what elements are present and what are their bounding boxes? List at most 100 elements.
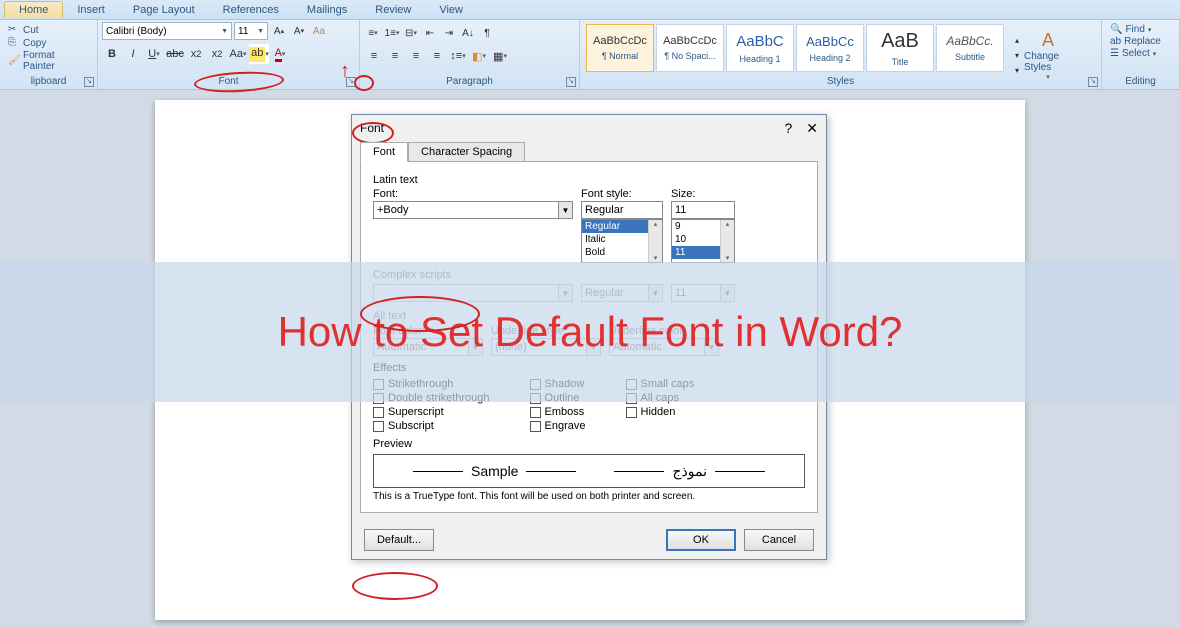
font-style-listbox[interactable]: Regular Italic Bold ▴▾: [581, 219, 663, 263]
group-paragraph: ≡▾ 1≡▾ ⊟▾ ⇤ ⇥ A↓ ¶ ≡ ≡ ≡ ≡ ↕≡▾ ◧▾ ▦▾ Par…: [360, 20, 580, 89]
dialog-close-button[interactable]: ✕: [806, 120, 818, 137]
group-editing: 🔍Find▾ abReplace ☰Select▾ Editing: [1102, 20, 1180, 89]
group-styles: AaBbCcDc¶ NormalAaBbCcDc¶ No Spaci...AaB…: [580, 20, 1102, 89]
increase-indent-button[interactable]: ⇥: [440, 24, 458, 42]
strikethrough-button[interactable]: abc: [165, 44, 185, 64]
decrease-indent-button[interactable]: ⇤: [421, 24, 439, 42]
highlight-button[interactable]: ab▾: [249, 44, 269, 64]
font-name-combo[interactable]: Calibri (Body)▼: [102, 22, 232, 40]
preview-sample-complex: نموذج: [672, 463, 707, 480]
tab-home[interactable]: Home: [4, 1, 63, 18]
replace-icon: ab: [1110, 36, 1121, 47]
paintbrush-icon: 🖌: [8, 55, 20, 67]
style-item[interactable]: AaBbCHeading 1: [726, 24, 794, 72]
effect-checkbox[interactable]: Emboss: [530, 406, 586, 418]
dialog-tab-font[interactable]: Font: [360, 142, 408, 162]
ribbon: ✂Cut ⎘Copy 🖌Format Painter lipboard ↘ Ca…: [0, 20, 1180, 90]
align-center-button[interactable]: ≡: [385, 46, 405, 66]
preview-box: Sample نموذج: [373, 454, 805, 488]
group-label-editing: Editing: [1102, 75, 1179, 88]
select-button[interactable]: ☰Select▾: [1106, 48, 1165, 59]
line-spacing-button[interactable]: ↕≡▾: [448, 46, 468, 66]
effect-checkbox[interactable]: Superscript: [373, 406, 490, 418]
subscript-button[interactable]: x2: [186, 44, 206, 64]
italic-button[interactable]: I: [123, 44, 143, 64]
font-size-input[interactable]: 11: [671, 201, 735, 219]
align-right-button[interactable]: ≡: [406, 46, 426, 66]
ok-button[interactable]: OK: [666, 529, 736, 551]
effect-checkbox[interactable]: Subscript: [373, 420, 490, 432]
style-item[interactable]: AaBTitle: [866, 24, 934, 72]
font-launcher[interactable]: ↘: [346, 77, 356, 87]
copy-icon: ⎘: [8, 37, 20, 49]
clear-formatting-button[interactable]: Aa: [310, 22, 328, 40]
font-style-label: Font style:: [581, 188, 663, 200]
overlay-band: How to Set Default Font in Word?: [0, 262, 1180, 402]
format-painter-button[interactable]: 🖌Format Painter: [4, 50, 93, 72]
copy-button[interactable]: ⎘Copy: [4, 37, 93, 49]
tab-references[interactable]: References: [209, 2, 293, 18]
sort-button[interactable]: A↓: [459, 24, 477, 42]
select-icon: ☰: [1110, 48, 1119, 59]
justify-button[interactable]: ≡: [427, 46, 447, 66]
tab-review[interactable]: Review: [361, 2, 425, 18]
dialog-tab-character-spacing[interactable]: Character Spacing: [408, 142, 525, 162]
preview-note: This is a TrueType font. This font will …: [373, 491, 805, 502]
default-button[interactable]: Default...: [364, 529, 434, 551]
font-field-label: Font:: [373, 188, 573, 200]
numbering-button[interactable]: 1≡▾: [383, 24, 401, 42]
font-color-button[interactable]: A▾: [270, 44, 290, 64]
bold-button[interactable]: B: [102, 44, 122, 64]
grow-font-button[interactable]: A▴: [270, 22, 288, 40]
replace-button[interactable]: abReplace: [1106, 36, 1165, 47]
tab-view[interactable]: View: [425, 2, 477, 18]
borders-button[interactable]: ▦▾: [490, 46, 510, 66]
find-button[interactable]: 🔍Find▾: [1106, 24, 1165, 35]
dialog-help-button[interactable]: ?: [784, 120, 792, 137]
font-size-listbox[interactable]: 9 10 11 ▴▾: [671, 219, 735, 263]
change-case-button[interactable]: Aa▾: [228, 44, 248, 64]
font-field-combo[interactable]: +Body▼: [373, 201, 573, 219]
cut-button[interactable]: ✂Cut: [4, 24, 93, 36]
ribbon-tabs: Home Insert Page Layout References Maili…: [0, 0, 1180, 20]
font-size-combo[interactable]: 11▼: [234, 22, 268, 40]
align-left-button[interactable]: ≡: [364, 46, 384, 66]
preview-label: Preview: [373, 438, 805, 450]
group-label-styles: Styles: [580, 75, 1101, 88]
change-styles-icon: A: [1042, 30, 1054, 51]
dialog-titlebar: Font ? ✕: [352, 115, 826, 141]
styles-launcher[interactable]: ↘: [1088, 77, 1098, 87]
group-font: Calibri (Body)▼ 11▼ A▴ A▾ Aa B I U▾ abc …: [98, 20, 360, 89]
style-item[interactable]: AaBbCcDc¶ Normal: [586, 24, 654, 72]
font-size-label: Size:: [671, 188, 735, 200]
find-icon: 🔍: [1110, 24, 1122, 35]
clipboard-launcher[interactable]: ↘: [84, 77, 94, 87]
group-label-paragraph: Paragraph: [360, 75, 579, 88]
overlay-headline: How to Set Default Font in Word?: [278, 308, 903, 356]
shrink-font-button[interactable]: A▾: [290, 22, 308, 40]
preview-sample-latin: Sample: [471, 463, 518, 479]
tab-page-layout[interactable]: Page Layout: [119, 2, 209, 18]
tab-mailings[interactable]: Mailings: [293, 2, 361, 18]
style-item[interactable]: AaBbCcHeading 2: [796, 24, 864, 72]
superscript-button[interactable]: x2: [207, 44, 227, 64]
font-style-input[interactable]: Regular: [581, 201, 663, 219]
underline-button[interactable]: U▾: [144, 44, 164, 64]
paragraph-launcher[interactable]: ↘: [566, 77, 576, 87]
dialog-title: Font: [360, 121, 384, 135]
group-label-clipboard: lipboard: [0, 75, 97, 88]
latin-text-label: Latin text: [373, 174, 805, 186]
bullets-button[interactable]: ≡▾: [364, 24, 382, 42]
multilevel-button[interactable]: ⊟▾: [402, 24, 420, 42]
cancel-button[interactable]: Cancel: [744, 529, 814, 551]
shading-button[interactable]: ◧▾: [469, 46, 489, 66]
style-item[interactable]: AaBbCc.Subtitle: [936, 24, 1004, 72]
group-label-font: Font: [98, 75, 359, 88]
tab-insert[interactable]: Insert: [63, 2, 119, 18]
scissors-icon: ✂: [8, 24, 20, 36]
group-clipboard: ✂Cut ⎘Copy 🖌Format Painter lipboard ↘: [0, 20, 98, 89]
show-marks-button[interactable]: ¶: [478, 24, 496, 42]
effect-checkbox[interactable]: Engrave: [530, 420, 586, 432]
effect-checkbox[interactable]: Hidden: [626, 406, 695, 418]
style-item[interactable]: AaBbCcDc¶ No Spaci...: [656, 24, 724, 72]
